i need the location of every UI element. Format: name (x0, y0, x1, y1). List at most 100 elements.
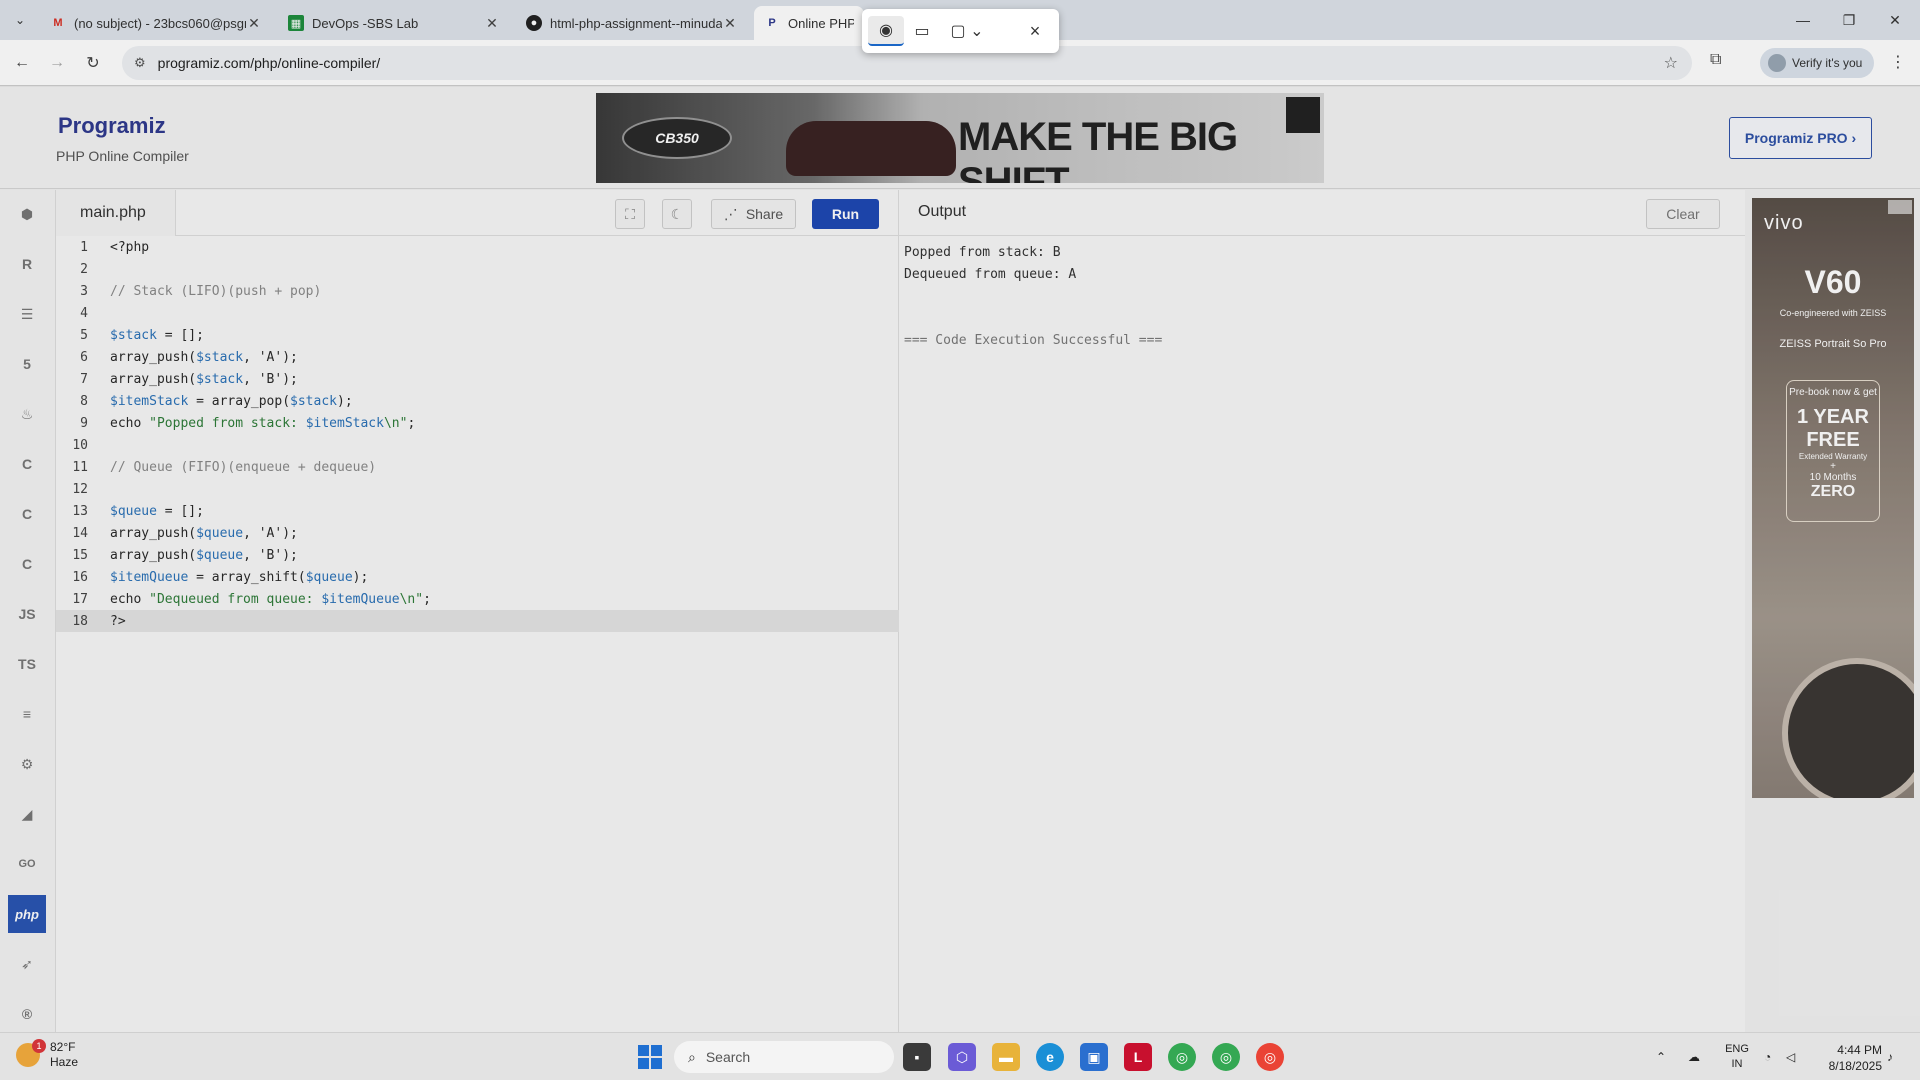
close-window-icon[interactable]: ✕ (1872, 0, 1918, 40)
menu-kebab-icon[interactable]: ⋮ (1890, 52, 1906, 72)
language-indicator[interactable]: ENG IN (1722, 1042, 1752, 1072)
cloud-off-icon[interactable]: ☁ (1688, 1033, 1700, 1080)
code-line[interactable]: 15 array_push($queue, 'B'); (56, 544, 899, 566)
browser-tab-github[interactable]: ● html-php-assignment--minuda ✕ (516, 6, 748, 40)
code-line[interactable]: 7 array_push($stack, 'B'); (56, 368, 899, 390)
code-line[interactable]: 13 $queue = []; (56, 500, 899, 522)
close-tab-icon[interactable]: ✕ (484, 15, 500, 32)
ad-banner[interactable]: CB350 MAKE THE BIG SHIFT (596, 93, 1324, 183)
browser-tab-sheets[interactable]: ▦ DevOps -SBS Lab ✕ (278, 6, 510, 40)
chrome-profile-icon[interactable]: ◎ (1212, 1043, 1240, 1071)
edge-icon[interactable]: e (1036, 1043, 1064, 1071)
ts-icon[interactable]: TS (8, 645, 46, 683)
rust-gear-icon[interactable]: ® (8, 995, 46, 1033)
programiz-logo[interactable]: Programiz (58, 113, 166, 139)
volume-icon[interactable]: ◁ (1786, 1033, 1795, 1080)
browser-tab-gmail[interactable]: M (no subject) - 23bcs060@psgrk ✕ (40, 6, 272, 40)
clock[interactable]: 4:44 PM 8/18/2025 (1808, 1042, 1882, 1074)
file-explorer-icon[interactable]: ▬ (992, 1043, 1020, 1071)
share-icon: ⋰ (723, 205, 738, 222)
html-icon[interactable]: 5 (8, 345, 46, 383)
js-icon[interactable]: JS (8, 595, 46, 633)
close-icon[interactable]: × (1017, 16, 1053, 46)
side-ad[interactable]: vivo V60 Co-engineered with ZEISS ZEISS … (1752, 198, 1914, 798)
code-line[interactable]: 1 <?php (56, 236, 899, 258)
code-text: // Queue (FIFO)(enqueue + dequeue) (110, 459, 377, 475)
chrome-icon[interactable]: ◎ (1168, 1043, 1196, 1071)
ad-info-icon[interactable] (1286, 97, 1320, 133)
clear-button[interactable]: Clear (1646, 199, 1720, 229)
code-line[interactable]: 2 (56, 258, 899, 280)
camera-icon[interactable]: ◉ (868, 16, 904, 46)
code-line[interactable]: 14 array_push($queue, 'A'); (56, 522, 899, 544)
chrome-active-icon[interactable]: ◎ (1256, 1043, 1284, 1071)
start-button-icon[interactable] (638, 1045, 662, 1069)
close-tab-icon[interactable]: ✕ (722, 15, 738, 32)
code-line[interactable]: 4 (56, 302, 899, 324)
banner-headline: MAKE THE BIG SHIFT (958, 115, 1238, 183)
code-line[interactable]: 9 echo "Popped from stack: $itemStack\n"; (56, 412, 899, 434)
python-icon[interactable]: ⬢ (8, 195, 46, 233)
site-header: Programiz PHP Online Compiler CB350 MAKE… (0, 87, 1920, 189)
browser-tab-programiz[interactable]: P Online PHP Co (754, 6, 864, 40)
line-number: 10 (72, 437, 88, 453)
wifi-icon[interactable]: ◔ (1764, 1033, 1771, 1080)
rust-icon[interactable]: ⚙ (8, 745, 46, 783)
tab-search-chevron-icon[interactable]: ⌄ (8, 8, 32, 32)
extensions-icon[interactable]: ⧉ (1710, 51, 1721, 69)
ad-zeiss-line: ZEISS Portrait So Pro (1779, 338, 1887, 350)
file-tab[interactable]: main.php (56, 190, 176, 236)
language-rail: ⬢ R ☰ 5 ♨ C C C JS TS ≡ ⚙ ◢ GO php ➶ ® (0, 190, 56, 1032)
video-icon[interactable]: ▭ (904, 16, 940, 46)
code-line[interactable]: 18 ?> (56, 610, 899, 632)
code-text: array_push($queue, 'A'); (110, 525, 298, 541)
store-icon[interactable]: ▣ (1080, 1043, 1108, 1071)
bookmark-star-icon[interactable]: ☆ (1664, 53, 1678, 73)
kotlin-icon[interactable]: ◢ (8, 795, 46, 833)
restore-icon[interactable]: ❐ (1826, 0, 1872, 40)
go-icon[interactable]: GO (8, 845, 46, 883)
programiz-pro-button[interactable]: Programiz PRO › (1729, 117, 1872, 159)
minimize-icon[interactable]: — (1780, 0, 1826, 40)
ad-info-icon[interactable] (1888, 200, 1912, 214)
lenovo-icon[interactable]: L (1124, 1043, 1152, 1071)
rect-snip-icon[interactable]: ▢ ⌄ (940, 16, 994, 46)
share-button[interactable]: ⋰ Share (711, 199, 796, 229)
site-info-icon[interactable]: ⚙ (134, 55, 146, 71)
fullscreen-icon[interactable]: ⛶ (615, 199, 645, 229)
forward-icon[interactable]: → (45, 51, 69, 75)
sql-icon[interactable]: ☰ (8, 295, 46, 333)
copilot-icon[interactable]: ⬡ (948, 1043, 976, 1071)
weather-widget[interactable]: 1 82°F Haze (16, 1039, 78, 1070)
line-number: 7 (80, 371, 88, 387)
c-icon[interactable]: C (8, 445, 46, 483)
go-lines-icon[interactable]: ≡ (8, 695, 46, 733)
code-line[interactable]: 16 $itemQueue = array_shift($queue); (56, 566, 899, 588)
php-icon[interactable]: php (8, 895, 46, 933)
run-button[interactable]: Run (812, 199, 879, 229)
csharp-icon[interactable]: C (8, 545, 46, 583)
cpp-icon[interactable]: C (8, 495, 46, 533)
code-line[interactable]: 17 echo "Dequeued from queue: $itemQueue\… (56, 588, 899, 610)
profile-button[interactable]: Verify it's you (1760, 48, 1874, 78)
editor-header: main.php ⛶ ☾ ⋰ Share Run (56, 190, 899, 236)
r-icon[interactable]: R (8, 245, 46, 283)
code-line[interactable]: 12 (56, 478, 899, 500)
code-line[interactable]: 11 // Queue (FIFO)(enqueue + dequeue) (56, 456, 899, 478)
code-line[interactable]: 3 // Stack (LIFO)(push + pop) (56, 280, 899, 302)
java-icon[interactable]: ♨ (8, 395, 46, 433)
code-line[interactable]: 5 $stack = []; (56, 324, 899, 346)
code-area[interactable]: 1 <?php 2 3 // Stack (LIFO)(push + pop) 4 5 $st… (56, 236, 899, 632)
code-line[interactable]: 10 (56, 434, 899, 456)
code-line[interactable]: 8 $itemStack = array_pop($stack); (56, 390, 899, 412)
reload-icon[interactable]: ↻ (81, 51, 105, 75)
task-view-icon[interactable]: ▪ (903, 1043, 931, 1071)
notifications-bell-icon[interactable]: ♪ (1887, 1033, 1893, 1080)
code-line[interactable]: 6 array_push($stack, 'A'); (56, 346, 899, 368)
taskbar-search[interactable]: ⌕ Search (674, 1041, 894, 1073)
dark-mode-icon[interactable]: ☾ (662, 199, 692, 229)
close-tab-icon[interactable]: ✕ (246, 15, 262, 32)
tray-chevron-icon[interactable]: ⌃ (1656, 1033, 1666, 1080)
swift-icon[interactable]: ➶ (8, 945, 46, 983)
back-icon[interactable]: ← (10, 51, 34, 75)
